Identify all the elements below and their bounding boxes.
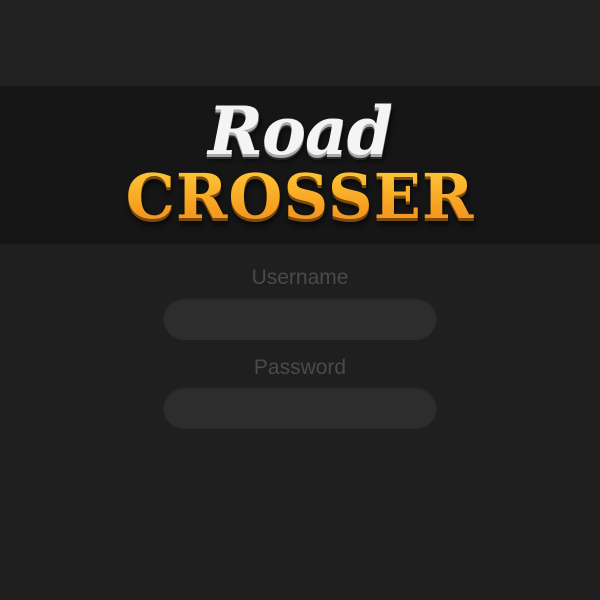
logo-crosser-text: CROSSER [0, 164, 600, 230]
game-logo: Road CROSSER [0, 86, 600, 244]
password-field[interactable] [163, 387, 437, 429]
password-label: Password [253, 356, 347, 379]
top-band [0, 0, 600, 86]
login-screen: Road CROSSER Username Password [0, 0, 600, 600]
username-label: Username [251, 266, 349, 289]
username-field[interactable] [163, 298, 437, 340]
